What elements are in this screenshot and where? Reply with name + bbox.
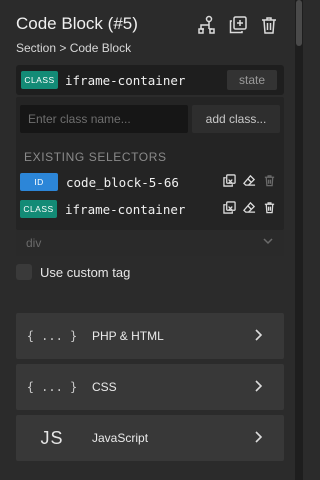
class-name-input[interactable]	[20, 105, 188, 133]
selector-dropdown: add class... EXISTING SELECTORS ID code_…	[16, 97, 284, 230]
structure-icon[interactable]	[196, 14, 218, 36]
class-badge: CLASS	[20, 200, 57, 218]
existing-selectors-heading: EXISTING SELECTORS	[24, 150, 167, 164]
js-icon: JS	[40, 427, 64, 448]
scrollbar-track[interactable]	[295, 0, 303, 480]
active-selector-name[interactable]: iframe-container	[65, 73, 185, 88]
css-section-button[interactable]: { ... } CSS	[16, 364, 284, 410]
custom-tag-checkbox[interactable]	[16, 264, 32, 280]
id-badge: ID	[20, 173, 58, 191]
trash-icon[interactable]	[263, 201, 276, 219]
tag-select[interactable]: div	[16, 230, 284, 256]
php-html-label: PHP & HTML	[92, 329, 164, 343]
custom-tag-label: Use custom tag	[40, 264, 131, 280]
javascript-section-button[interactable]: JS JavaScript	[16, 415, 284, 461]
selector-row-actions	[223, 174, 276, 192]
panel-header: Code Block (#5) Section > Code Block	[16, 14, 286, 55]
duplicate-icon[interactable]	[227, 14, 249, 36]
eraser-icon[interactable]	[243, 201, 256, 219]
css-label: CSS	[92, 380, 117, 394]
tag-select-value: div	[26, 236, 42, 250]
chevron-right-icon	[252, 430, 264, 449]
php-html-section-button[interactable]: { ... } PHP & HTML	[16, 313, 284, 359]
chevron-down-icon	[262, 235, 274, 250]
trash-icon[interactable]	[258, 14, 280, 36]
copy-styles-icon[interactable]	[223, 201, 236, 219]
selector-item-name[interactable]: code_block-5-66	[66, 175, 179, 190]
selector-item-name[interactable]: iframe-container	[65, 202, 185, 217]
chevron-right-icon	[252, 379, 264, 398]
state-button[interactable]: state	[227, 70, 277, 90]
selector-item-class[interactable]: CLASS iframe-container	[20, 199, 280, 219]
scrollbar-thumb[interactable]	[296, 0, 302, 46]
add-class-button[interactable]: add class...	[192, 105, 280, 133]
code-braces-icon: { ... }	[26, 329, 78, 343]
selector-item-id[interactable]: ID code_block-5-66	[20, 172, 280, 192]
class-badge: CLASS	[21, 71, 58, 89]
selector-row-actions	[223, 201, 276, 219]
selector-bar[interactable]: CLASS iframe-container state	[16, 65, 284, 95]
javascript-label: JavaScript	[92, 431, 149, 445]
header-actions	[196, 14, 280, 36]
custom-tag-option[interactable]: Use custom tag	[16, 264, 130, 280]
trash-icon[interactable]	[263, 174, 276, 192]
code-braces-icon: { ... }	[26, 380, 78, 394]
copy-styles-icon[interactable]	[223, 174, 236, 192]
eraser-icon[interactable]	[243, 174, 256, 192]
chevron-right-icon	[252, 328, 264, 347]
breadcrumb[interactable]: Section > Code Block	[16, 41, 286, 55]
